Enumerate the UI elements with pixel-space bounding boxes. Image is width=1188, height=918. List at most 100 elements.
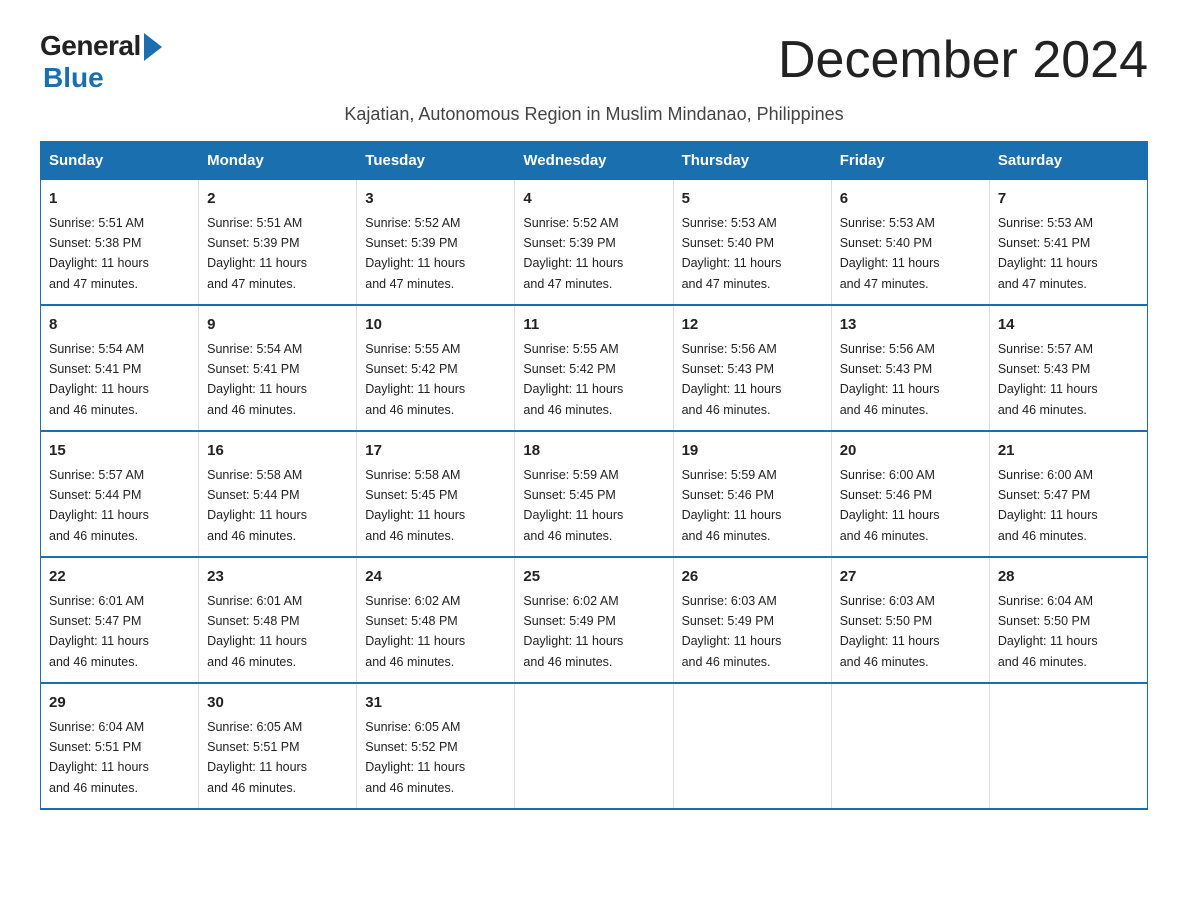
calendar-header-row: SundayMondayTuesdayWednesdayThursdayFrid… <box>41 142 1148 180</box>
day-info: Sunrise: 5:53 AMSunset: 5:40 PMDaylight:… <box>840 216 940 291</box>
day-number: 8 <box>49 314 190 337</box>
calendar-cell: 14 Sunrise: 5:57 AMSunset: 5:43 PMDayligh… <box>989 305 1147 431</box>
calendar-cell: 2 Sunrise: 5:51 AMSunset: 5:39 PMDaylight… <box>199 180 357 306</box>
day-number: 28 <box>998 566 1139 589</box>
calendar-cell <box>515 683 673 809</box>
day-number: 15 <box>49 440 190 463</box>
day-number: 18 <box>523 440 664 463</box>
day-number: 27 <box>840 566 981 589</box>
day-info: Sunrise: 6:02 AMSunset: 5:49 PMDaylight:… <box>523 594 623 669</box>
day-info: Sunrise: 5:55 AMSunset: 5:42 PMDaylight:… <box>523 342 623 417</box>
day-info: Sunrise: 6:00 AMSunset: 5:47 PMDaylight:… <box>998 468 1098 543</box>
calendar-cell: 19 Sunrise: 5:59 AMSunset: 5:46 PMDayligh… <box>673 431 831 557</box>
calendar-cell <box>989 683 1147 809</box>
calendar-cell: 29 Sunrise: 6:04 AMSunset: 5:51 PMDayligh… <box>41 683 199 809</box>
calendar-cell: 3Sunrise: 5:52 AMSunset: 5:39 PMDaylight… <box>357 180 515 306</box>
calendar-cell: 15 Sunrise: 5:57 AMSunset: 5:44 PMDayligh… <box>41 431 199 557</box>
calendar-cell: 22 Sunrise: 6:01 AMSunset: 5:47 PMDayligh… <box>41 557 199 683</box>
day-number: 10 <box>365 314 506 337</box>
day-number: 7 <box>998 188 1139 211</box>
day-info: Sunrise: 6:01 AMSunset: 5:47 PMDaylight:… <box>49 594 149 669</box>
header-wednesday: Wednesday <box>515 142 673 180</box>
page-title: December 2024 <box>778 30 1148 90</box>
calendar-cell: 12 Sunrise: 5:56 AMSunset: 5:43 PMDayligh… <box>673 305 831 431</box>
calendar-cell: 31 Sunrise: 6:05 AMSunset: 5:52 PMDayligh… <box>357 683 515 809</box>
calendar-table: SundayMondayTuesdayWednesdayThursdayFrid… <box>40 141 1148 810</box>
calendar-cell: 8 Sunrise: 5:54 AMSunset: 5:41 PMDaylight… <box>41 305 199 431</box>
day-number: 11 <box>523 314 664 337</box>
day-number: 22 <box>49 566 190 589</box>
day-info: Sunrise: 6:00 AMSunset: 5:46 PMDaylight:… <box>840 468 940 543</box>
logo-arrow-icon <box>144 33 162 61</box>
logo-blue-text: Blue <box>43 62 104 94</box>
day-info: Sunrise: 6:02 AMSunset: 5:48 PMDaylight:… <box>365 594 465 669</box>
day-info: Sunrise: 5:54 AMSunset: 5:41 PMDaylight:… <box>49 342 149 417</box>
day-number: 3 <box>365 188 506 211</box>
day-info: Sunrise: 5:53 AMSunset: 5:41 PMDaylight:… <box>998 216 1098 291</box>
day-info: Sunrise: 5:52 AMSunset: 5:39 PMDaylight:… <box>523 216 623 291</box>
calendar-cell <box>831 683 989 809</box>
day-info: Sunrise: 5:58 AMSunset: 5:44 PMDaylight:… <box>207 468 307 543</box>
header-friday: Friday <box>831 142 989 180</box>
calendar-cell: 7 Sunrise: 5:53 AMSunset: 5:41 PMDaylight… <box>989 180 1147 306</box>
calendar-cell: 10 Sunrise: 5:55 AMSunset: 5:42 PMDayligh… <box>357 305 515 431</box>
header-thursday: Thursday <box>673 142 831 180</box>
day-info: Sunrise: 5:51 AMSunset: 5:39 PMDaylight:… <box>207 216 307 291</box>
logo: General Blue <box>40 30 162 94</box>
calendar-cell: 11 Sunrise: 5:55 AMSunset: 5:42 PMDayligh… <box>515 305 673 431</box>
day-info: Sunrise: 5:51 AMSunset: 5:38 PMDaylight:… <box>49 216 149 291</box>
day-info: Sunrise: 5:55 AMSunset: 5:42 PMDaylight:… <box>365 342 465 417</box>
day-number: 12 <box>682 314 823 337</box>
calendar-cell: 28 Sunrise: 6:04 AMSunset: 5:50 PMDayligh… <box>989 557 1147 683</box>
day-number: 14 <box>998 314 1139 337</box>
calendar-week-row: 15 Sunrise: 5:57 AMSunset: 5:44 PMDayligh… <box>41 431 1148 557</box>
header-monday: Monday <box>199 142 357 180</box>
header-tuesday: Tuesday <box>357 142 515 180</box>
day-number: 31 <box>365 692 506 715</box>
calendar-week-row: 8 Sunrise: 5:54 AMSunset: 5:41 PMDaylight… <box>41 305 1148 431</box>
calendar-cell: 17Sunrise: 5:58 AMSunset: 5:45 PMDayligh… <box>357 431 515 557</box>
calendar-cell: 27 Sunrise: 6:03 AMSunset: 5:50 PMDayligh… <box>831 557 989 683</box>
day-info: Sunrise: 6:04 AMSunset: 5:51 PMDaylight:… <box>49 720 149 795</box>
day-info: Sunrise: 6:03 AMSunset: 5:50 PMDaylight:… <box>840 594 940 669</box>
day-info: Sunrise: 5:57 AMSunset: 5:44 PMDaylight:… <box>49 468 149 543</box>
calendar-cell: 6 Sunrise: 5:53 AMSunset: 5:40 PMDaylight… <box>831 180 989 306</box>
day-info: Sunrise: 5:59 AMSunset: 5:46 PMDaylight:… <box>682 468 782 543</box>
calendar-cell: 30Sunrise: 6:05 AMSunset: 5:51 PMDayligh… <box>199 683 357 809</box>
day-number: 20 <box>840 440 981 463</box>
day-info: Sunrise: 6:04 AMSunset: 5:50 PMDaylight:… <box>998 594 1098 669</box>
day-info: Sunrise: 5:54 AMSunset: 5:41 PMDaylight:… <box>207 342 307 417</box>
day-number: 4 <box>523 188 664 211</box>
day-number: 16 <box>207 440 348 463</box>
calendar-week-row: 29 Sunrise: 6:04 AMSunset: 5:51 PMDayligh… <box>41 683 1148 809</box>
day-info: Sunrise: 6:03 AMSunset: 5:49 PMDaylight:… <box>682 594 782 669</box>
calendar-cell: 24 Sunrise: 6:02 AMSunset: 5:48 PMDayligh… <box>357 557 515 683</box>
day-info: Sunrise: 5:57 AMSunset: 5:43 PMDaylight:… <box>998 342 1098 417</box>
day-number: 25 <box>523 566 664 589</box>
header-saturday: Saturday <box>989 142 1147 180</box>
day-info: Sunrise: 6:05 AMSunset: 5:52 PMDaylight:… <box>365 720 465 795</box>
day-number: 9 <box>207 314 348 337</box>
calendar-cell: 9 Sunrise: 5:54 AMSunset: 5:41 PMDaylight… <box>199 305 357 431</box>
subtitle: Kajatian, Autonomous Region in Muslim Mi… <box>40 104 1148 125</box>
calendar-cell: 4 Sunrise: 5:52 AMSunset: 5:39 PMDaylight… <box>515 180 673 306</box>
day-number: 5 <box>682 188 823 211</box>
day-info: Sunrise: 5:56 AMSunset: 5:43 PMDaylight:… <box>840 342 940 417</box>
day-info: Sunrise: 5:53 AMSunset: 5:40 PMDaylight:… <box>682 216 782 291</box>
day-number: 29 <box>49 692 190 715</box>
day-number: 2 <box>207 188 348 211</box>
day-info: Sunrise: 6:05 AMSunset: 5:51 PMDaylight:… <box>207 720 307 795</box>
day-number: 24 <box>365 566 506 589</box>
calendar-week-row: 22 Sunrise: 6:01 AMSunset: 5:47 PMDayligh… <box>41 557 1148 683</box>
day-info: Sunrise: 5:56 AMSunset: 5:43 PMDaylight:… <box>682 342 782 417</box>
day-number: 26 <box>682 566 823 589</box>
day-number: 13 <box>840 314 981 337</box>
calendar-cell: 25 Sunrise: 6:02 AMSunset: 5:49 PMDayligh… <box>515 557 673 683</box>
day-number: 6 <box>840 188 981 211</box>
header: General Blue December 2024 <box>40 30 1148 94</box>
day-info: Sunrise: 6:01 AMSunset: 5:48 PMDaylight:… <box>207 594 307 669</box>
calendar-cell: 20 Sunrise: 6:00 AMSunset: 5:46 PMDayligh… <box>831 431 989 557</box>
day-info: Sunrise: 5:59 AMSunset: 5:45 PMDaylight:… <box>523 468 623 543</box>
calendar-cell: 1Sunrise: 5:51 AMSunset: 5:38 PMDaylight… <box>41 180 199 306</box>
day-number: 19 <box>682 440 823 463</box>
